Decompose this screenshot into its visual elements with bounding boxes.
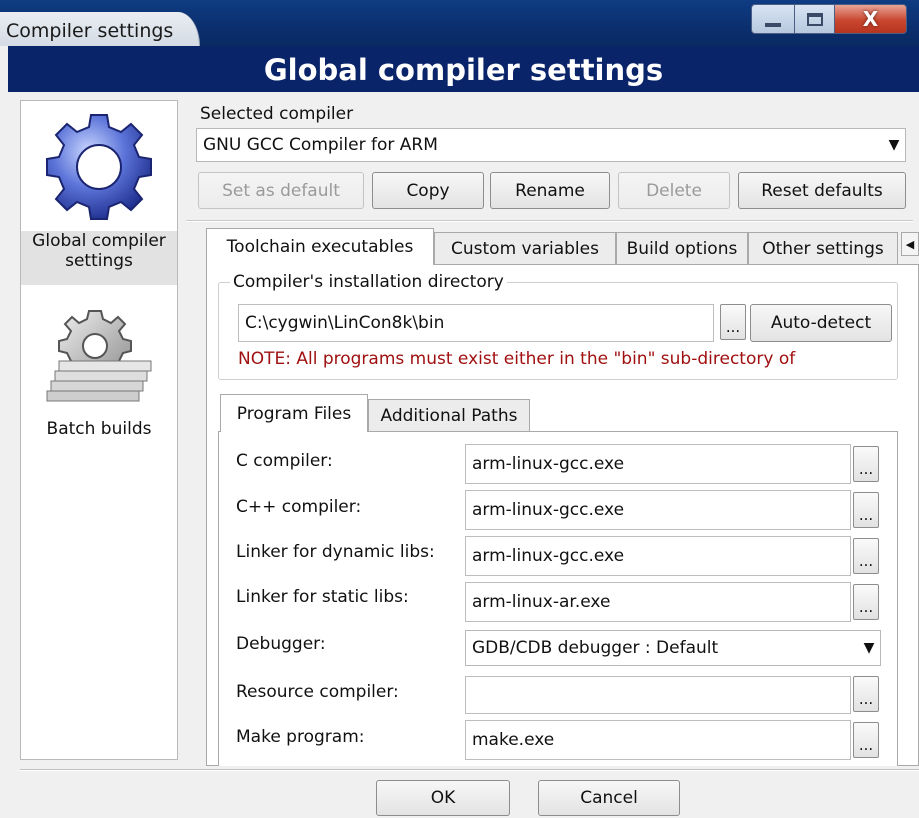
browse-install-dir-button[interactable]: ... bbox=[720, 304, 746, 340]
tab-toolchain-executables[interactable]: Toolchain executables bbox=[206, 228, 434, 265]
copy-button[interactable]: Copy bbox=[372, 172, 484, 209]
window-title: Compiler settings bbox=[6, 20, 174, 42]
chevron-down-icon: ▼ bbox=[888, 137, 900, 153]
debugger-select-value: GDB/CDB debugger : Default bbox=[472, 638, 719, 658]
cpp-compiler-label: C++ compiler: bbox=[236, 497, 362, 517]
close-icon: X bbox=[862, 7, 879, 31]
install-dir-field[interactable]: C:\cygwin\LinCon8k\bin bbox=[238, 304, 714, 342]
tab-scroll-left-icon[interactable]: ◀ bbox=[901, 232, 919, 256]
resource-compiler-field[interactable] bbox=[465, 676, 851, 714]
tab-additional-paths[interactable]: Additional Paths bbox=[368, 399, 530, 432]
title-bar[interactable]: Compiler settings X bbox=[0, 0, 919, 46]
tab-program-files[interactable]: Program Files bbox=[220, 394, 368, 432]
browse-resource-compiler-button[interactable]: ... bbox=[853, 676, 879, 712]
browse-linker-static-button[interactable]: ... bbox=[853, 584, 879, 620]
minimize-button[interactable] bbox=[751, 4, 795, 34]
chevron-down-icon: ▼ bbox=[863, 640, 875, 656]
make-program-label: Make program: bbox=[236, 727, 365, 747]
gear-icon bbox=[46, 114, 152, 220]
window-controls: X bbox=[751, 4, 907, 34]
compiler-settings-window: Compiler settings X Global compiler sett… bbox=[0, 0, 919, 818]
reset-defaults-button[interactable]: Reset defaults bbox=[738, 172, 906, 209]
delete-button[interactable]: Delete bbox=[618, 172, 730, 209]
browse-make-program-button[interactable]: ... bbox=[853, 722, 879, 758]
tab-other-settings[interactable]: Other settings bbox=[748, 232, 898, 264]
compiler-select[interactable]: GNU GCC Compiler for ARM ▼ bbox=[196, 128, 906, 162]
browse-c-compiler-button[interactable]: ... bbox=[853, 446, 879, 482]
sidebar-item-label-line2: settings bbox=[65, 251, 133, 271]
tab-build-options[interactable]: Build options bbox=[616, 232, 748, 264]
compiler-select-value: GNU GCC Compiler for ARM bbox=[203, 135, 438, 155]
page-title: Global compiler settings bbox=[8, 46, 919, 92]
set-as-default-button[interactable]: Set as default bbox=[198, 172, 364, 209]
rename-button[interactable]: Rename bbox=[490, 172, 610, 209]
linker-static-field[interactable]: arm-linux-ar.exe bbox=[465, 582, 851, 622]
tab-custom-variables[interactable]: Custom variables bbox=[434, 232, 616, 264]
debugger-label: Debugger: bbox=[236, 634, 326, 654]
browse-cpp-compiler-button[interactable]: ... bbox=[853, 492, 879, 528]
maximize-button[interactable] bbox=[795, 4, 835, 34]
c-compiler-field[interactable]: arm-linux-gcc.exe bbox=[465, 444, 851, 484]
sidebar-item-label: Global compiler bbox=[32, 231, 166, 251]
settings-tabs: Toolchain executables Custom variables B… bbox=[206, 228, 919, 265]
maximize-icon bbox=[806, 12, 823, 26]
cancel-button[interactable]: Cancel bbox=[538, 780, 680, 816]
linker-dynamic-field[interactable]: arm-linux-gcc.exe bbox=[465, 536, 851, 576]
install-dir-title: Compiler's installation directory bbox=[230, 272, 507, 292]
browse-linker-dynamic-button[interactable]: ... bbox=[853, 538, 879, 574]
sidebar-item-label: Batch builds bbox=[46, 419, 152, 439]
close-button[interactable]: X bbox=[835, 4, 907, 34]
selected-compiler-label: Selected compiler bbox=[200, 104, 354, 124]
sidebar-item-global-settings[interactable]: Global compiler settings bbox=[21, 231, 177, 285]
cpp-compiler-field[interactable]: arm-linux-gcc.exe bbox=[465, 490, 851, 530]
batch-gears-icon bbox=[46, 310, 152, 402]
category-sidebar: Global compiler settings Batch builds bbox=[20, 100, 178, 760]
auto-detect-button[interactable]: Auto-detect bbox=[750, 304, 892, 342]
linker-static-label: Linker for static libs: bbox=[236, 587, 409, 607]
make-program-field[interactable]: make.exe bbox=[465, 720, 851, 760]
debugger-select[interactable]: GDB/CDB debugger : Default ▼ bbox=[465, 630, 881, 666]
divider bbox=[186, 220, 913, 222]
linker-dynamic-label: Linker for dynamic libs: bbox=[236, 542, 435, 562]
footer-divider bbox=[20, 769, 919, 771]
minimize-icon bbox=[765, 23, 781, 27]
c-compiler-label: C compiler: bbox=[236, 451, 333, 471]
ok-button[interactable]: OK bbox=[376, 780, 510, 816]
sidebar-item-batch-builds[interactable]: Batch builds bbox=[21, 419, 177, 439]
resource-compiler-label: Resource compiler: bbox=[236, 682, 399, 702]
install-dir-note: NOTE: All programs must exist either in … bbox=[238, 349, 796, 369]
